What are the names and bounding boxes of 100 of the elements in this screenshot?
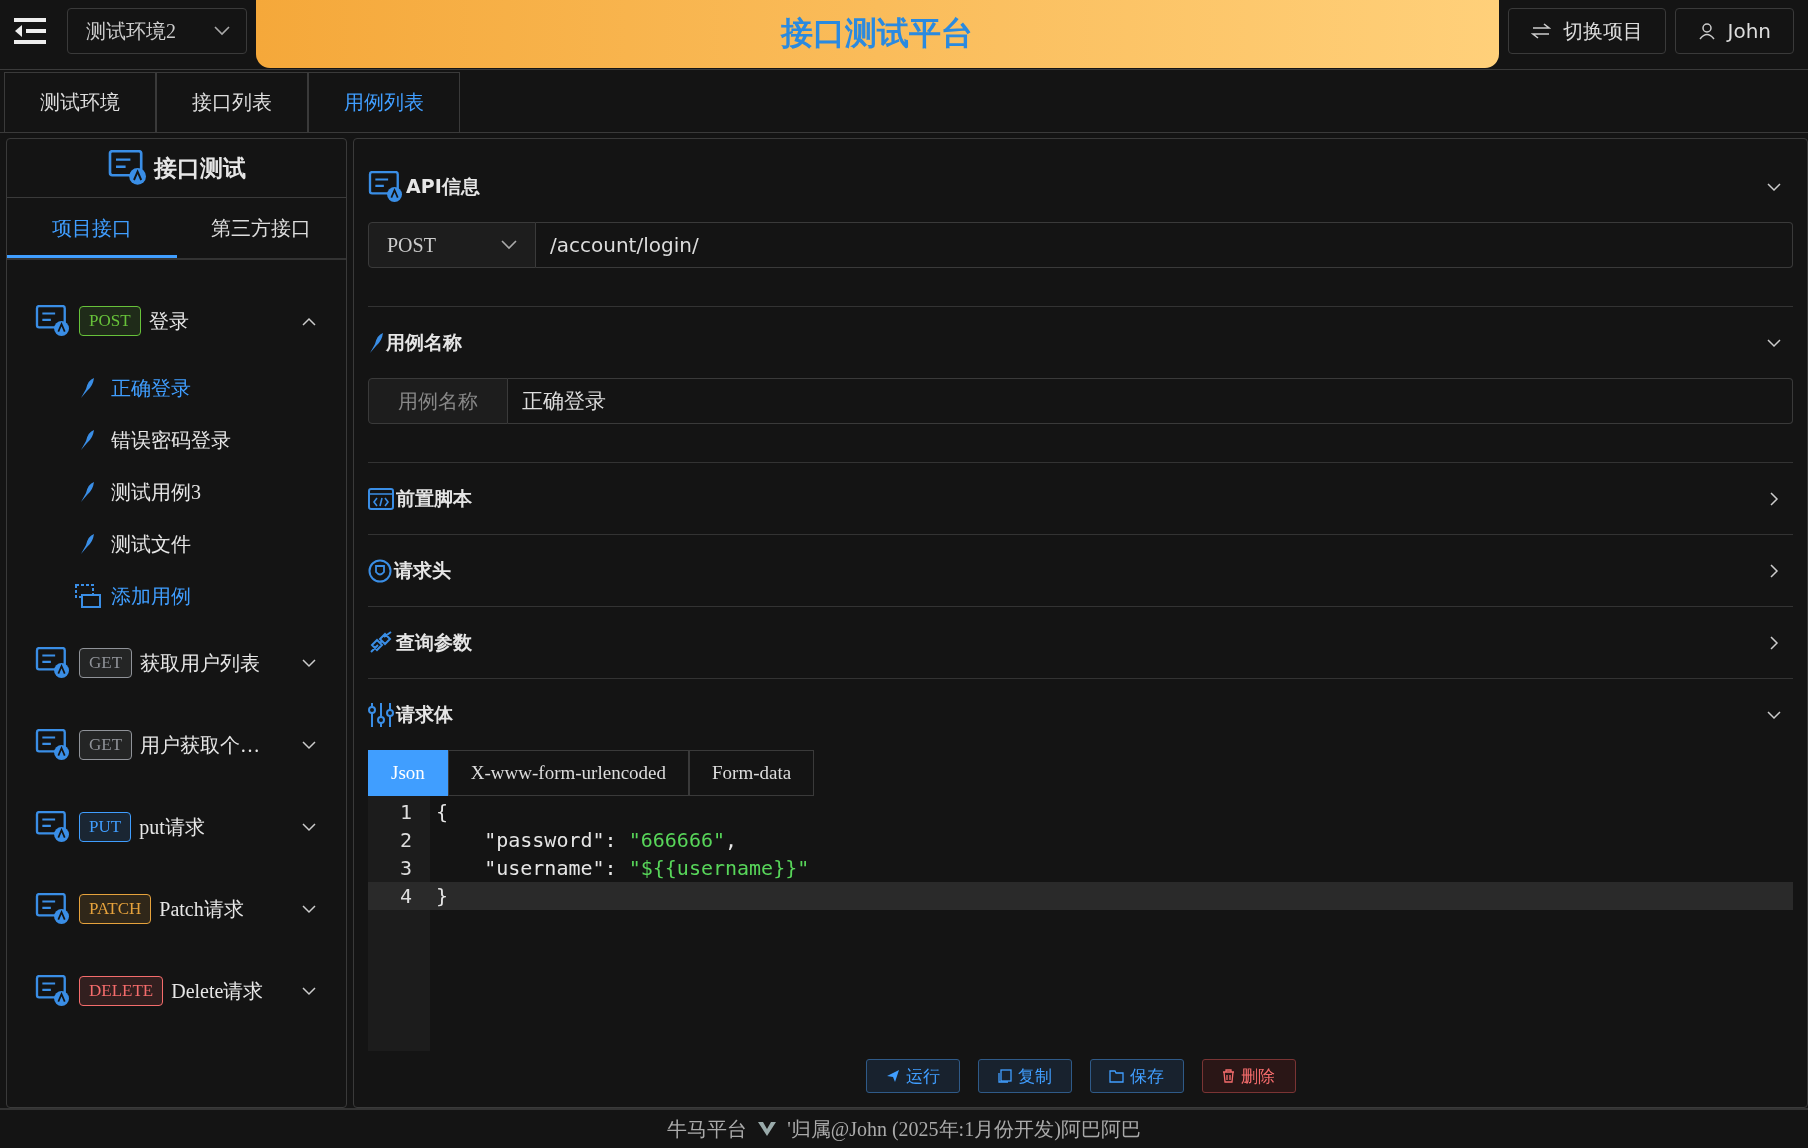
folder-icon	[1109, 1069, 1124, 1083]
api-item[interactable]: DELETE Delete请求	[35, 950, 346, 1032]
save-button[interactable]: 保存	[1089, 1059, 1184, 1093]
copy-icon	[997, 1069, 1012, 1083]
section-title: 请求头	[394, 557, 452, 583]
method-tag: POST	[79, 306, 141, 336]
method-select[interactable]: POST	[368, 222, 536, 268]
api-icon	[35, 647, 71, 679]
method-tag: GET	[79, 730, 133, 760]
feather-icon	[79, 377, 95, 399]
code-icon	[368, 487, 394, 510]
swap-icon	[1530, 23, 1551, 39]
trash-icon	[1222, 1069, 1235, 1083]
chevron-icon[interactable]	[302, 904, 316, 914]
body-type-tab[interactable]: Form-data	[689, 750, 815, 796]
feather-icon	[79, 429, 95, 451]
v-icon	[757, 1121, 778, 1137]
chevron-icon[interactable]	[1767, 635, 1781, 650]
page-tab[interactable]: 用例列表	[308, 72, 460, 132]
sidebar-title: 接口测试	[153, 154, 246, 183]
feather-icon	[79, 481, 95, 503]
api-name: Delete请求	[171, 978, 265, 1004]
method-tag: DELETE	[79, 976, 164, 1006]
chevron-icon[interactable]	[1767, 563, 1781, 578]
section-header[interactable]: 请求头	[368, 535, 1793, 606]
section-title: API信息	[406, 173, 481, 199]
section-header[interactable]: API信息	[368, 151, 1793, 222]
api-name: 用户获取个…	[140, 732, 262, 758]
user-button[interactable]: John	[1674, 8, 1794, 54]
api-icon	[35, 305, 71, 337]
link-icon	[368, 630, 394, 655]
method-tag: PATCH	[79, 894, 152, 924]
api-name: 获取用户列表	[140, 650, 262, 676]
field-label: 用例名称	[368, 378, 508, 424]
api-item[interactable]: POST 登录	[35, 280, 346, 362]
body-type-tab[interactable]: X-www-form-urlencoded	[447, 750, 689, 796]
url-field[interactable]: /account/login/	[536, 222, 1793, 268]
chevron-icon[interactable]	[302, 740, 316, 750]
code-line: {	[436, 800, 449, 824]
case-item[interactable]: 测试用例3	[35, 466, 346, 518]
copy-button[interactable]: 复制	[977, 1059, 1072, 1093]
chevron-icon[interactable]	[1767, 491, 1781, 506]
chevron-icon[interactable]	[302, 986, 316, 996]
chevron-icon[interactable]	[302, 316, 316, 326]
api-icon	[35, 729, 71, 761]
api-icon	[35, 975, 71, 1007]
api-icon	[35, 811, 71, 843]
method-tag: PUT	[79, 812, 132, 842]
line-number: 3	[398, 856, 412, 880]
api-item[interactable]: PATCH Patch请求	[35, 868, 346, 950]
section-title: 前置脚本	[396, 485, 473, 511]
run-button[interactable]: 运行	[865, 1059, 960, 1093]
section-title: 请求体	[396, 701, 454, 727]
case-name-field[interactable]: 正确登录	[508, 378, 1793, 424]
section-header[interactable]: 前置脚本	[368, 463, 1793, 534]
caret-icon	[214, 26, 230, 36]
section-header[interactable]: 请求体	[368, 679, 1793, 750]
line-number: 1	[398, 800, 412, 824]
sliders-icon	[368, 701, 394, 728]
code-line: "password": "666666",	[483, 828, 738, 852]
switch-project-button[interactable]: 切换项目	[1507, 8, 1666, 54]
section-header[interactable]: 查询参数	[368, 607, 1793, 678]
footer-text: 牛马平台	[667, 1116, 748, 1142]
api-item[interactable]: GET 用户获取个…	[35, 704, 346, 786]
platform-title: 接口测试平台	[781, 14, 974, 53]
api-name: Patch请求	[159, 896, 245, 922]
code-line: "username": "${{username}}"	[483, 856, 810, 880]
api-name: 登录	[148, 308, 190, 334]
section-header[interactable]: 用例名称	[368, 307, 1793, 378]
page-tab[interactable]: 测试环境	[4, 72, 156, 132]
caret-icon	[501, 240, 517, 250]
code-editor[interactable]: 1 { 2 "password": "666666", 3 "username": "${{username}}" 4 }	[368, 796, 1793, 1051]
sidebar-tab[interactable]: 项目接口	[7, 198, 177, 258]
case-item[interactable]: 测试文件	[35, 518, 346, 570]
add-case-item[interactable]: 添加用例	[35, 570, 346, 622]
add-icon	[75, 584, 101, 608]
feather-icon	[368, 331, 384, 354]
api-icon	[368, 170, 404, 203]
environment-select[interactable]: 测试环境2	[67, 8, 247, 54]
code-line: }	[436, 884, 449, 908]
feather-icon	[79, 533, 95, 555]
api-icon	[35, 893, 71, 925]
api-name: put请求	[139, 814, 206, 841]
chevron-icon[interactable]	[302, 822, 316, 832]
user-icon	[1697, 22, 1716, 40]
menu-icon[interactable]	[14, 18, 46, 44]
api-item[interactable]: GET 获取用户列表	[35, 622, 346, 704]
line-number: 2	[398, 828, 412, 852]
delete-button[interactable]: 删除	[1201, 1059, 1296, 1093]
case-item[interactable]: 错误密码登录	[35, 414, 346, 466]
send-icon	[885, 1069, 900, 1083]
case-item[interactable]: 正确登录	[35, 362, 346, 414]
sidebar-tab[interactable]: 第三方接口	[176, 198, 346, 258]
page-tab[interactable]: 接口列表	[156, 72, 308, 132]
method-tag: GET	[79, 648, 133, 678]
footer-text: '归属@John (2025年:1月份开发)阿巴阿巴	[787, 1116, 1141, 1143]
chevron-icon[interactable]	[302, 658, 316, 668]
shield-icon	[368, 558, 392, 583]
api-item[interactable]: PUT put请求	[35, 786, 346, 868]
section-title: 用例名称	[386, 329, 463, 355]
